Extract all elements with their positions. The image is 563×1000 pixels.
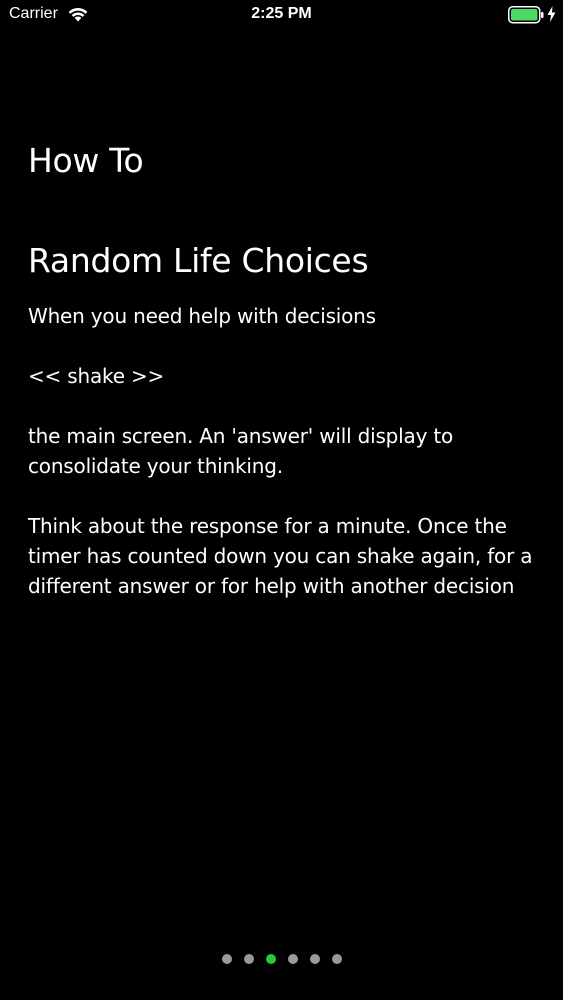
- status-time: 2:25 PM: [251, 5, 312, 22]
- instruction-paragraph-1: When you need help with decisions: [28, 304, 376, 328]
- page-dot-4[interactable]: [287, 954, 298, 964]
- page-control[interactable]: [0, 954, 563, 966]
- instruction-paragraph-4: Think about the response for a minute. O…: [28, 514, 533, 598]
- page-dot-5[interactable]: [309, 954, 320, 964]
- status-bar: Carrier 2:25 PM: [0, 0, 563, 30]
- how-to-content: How To Random Life Choices When you need…: [28, 138, 548, 601]
- battery-icon: [508, 6, 544, 24]
- charging-bolt-icon: [547, 6, 556, 22]
- page-dot-6[interactable]: [331, 954, 342, 964]
- instruction-paragraph-3: the main screen. An 'answer' will displa…: [28, 424, 454, 478]
- page-dot-2[interactable]: [243, 954, 254, 964]
- instruction-paragraph-2: << shake >>: [28, 364, 165, 388]
- page-dot-3[interactable]: [265, 954, 276, 964]
- page-heading: How To: [28, 141, 144, 180]
- app-title: Random Life Choices: [28, 241, 369, 280]
- page-dot-1[interactable]: [221, 954, 232, 964]
